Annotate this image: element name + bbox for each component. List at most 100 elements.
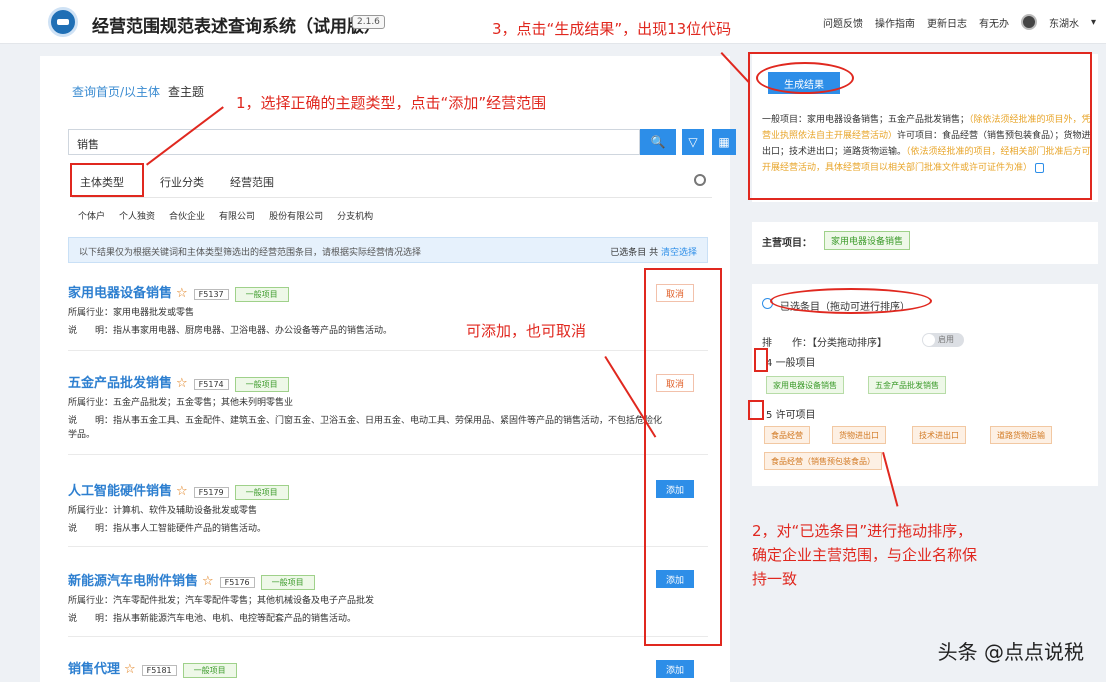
tab-business-scope[interactable]: 经营范围 bbox=[230, 174, 274, 190]
divider bbox=[68, 454, 708, 455]
subcat-item[interactable]: 分支机构 bbox=[337, 209, 373, 222]
selected-chip[interactable]: 技术进出口 bbox=[912, 426, 966, 444]
selected-chip[interactable]: 货物进出口 bbox=[832, 426, 886, 444]
item-industry: 所属行业：汽车零配件批发；汽车零配件零售；其他机械设备及电子产品批发 bbox=[68, 595, 375, 606]
selected-chip[interactable]: 食品经营（销售预包装食品） bbox=[764, 452, 882, 470]
subcat-item[interactable]: 合伙企业 bbox=[169, 209, 205, 222]
highlight-box bbox=[644, 268, 722, 646]
add-button[interactable]: 添加 bbox=[656, 660, 694, 678]
filter-icon: ▽ bbox=[688, 135, 698, 149]
item-tag: 一般项目 bbox=[182, 662, 237, 678]
toggle-text: 启用 bbox=[938, 335, 954, 344]
filter-button[interactable]: ▽ bbox=[682, 129, 704, 155]
nav-feedback[interactable]: 问题反馈 bbox=[823, 15, 863, 30]
item-code: F5179 bbox=[193, 486, 229, 498]
nav-changelog[interactable]: 更新日志 bbox=[927, 15, 967, 30]
nav-user[interactable]: 东湖水 bbox=[1049, 15, 1079, 30]
star-icon[interactable]: ☆ bbox=[176, 376, 188, 391]
watermark: 头条 @点点说税 bbox=[937, 640, 1084, 664]
annotation-step2-line2: 确定企业主营范围，与企业名称保 bbox=[752, 546, 978, 564]
item-desc: 说 明：指从事人工智能硬件产品的销售活动。 bbox=[68, 523, 267, 534]
selected-chip[interactable]: 五金产品批发销售 bbox=[868, 376, 946, 394]
sort-label: 排 作：【分类拖动排序】 bbox=[762, 338, 887, 349]
selected-chip[interactable]: 食品经营 bbox=[764, 426, 810, 444]
divider bbox=[68, 546, 708, 547]
grid-icon: ▦ bbox=[718, 135, 730, 149]
selected-panel: 已选条目（拖动可进行排序） 排 作：【分类拖动排序】 启用 4 一般项目 家用电… bbox=[752, 284, 1098, 486]
list-item: 人工智能硬件销售 ☆ F5179 一般项目 所属行业：计算机、软件及辅助设备批发或零售… bbox=[68, 480, 668, 536]
highlight-ellipse bbox=[770, 288, 932, 314]
search-button[interactable]: 🔍 bbox=[640, 129, 676, 155]
item-code: F5137 bbox=[193, 288, 229, 300]
highlight-box bbox=[754, 348, 768, 372]
nav-guide[interactable]: 操作指南 bbox=[875, 15, 915, 30]
item-title[interactable]: 新能源汽车电附件销售 bbox=[68, 570, 198, 589]
permit-count: 5 bbox=[766, 410, 773, 421]
user-avatar[interactable] bbox=[1020, 14, 1037, 30]
main-business-panel: 主营项目： 家用电器设备销售 bbox=[752, 222, 1098, 264]
list-item: 五金产品批发销售 ☆ F5174 一般项目 所属行业：五金产品批发；五金零售；其他未列… bbox=[68, 372, 668, 442]
annotation-step2-line1: 2，对“已选条目”进行拖动排序， bbox=[752, 522, 973, 540]
breadcrumb[interactable]: 查询首页/以主体 bbox=[72, 83, 160, 100]
divider bbox=[68, 350, 708, 351]
item-code: F5181 bbox=[141, 664, 177, 676]
selected-chip[interactable]: 道路货物运输 bbox=[990, 426, 1052, 444]
search-panel: 查询首页/以主体 查主题 销售 🔍 ▽ ▦ 主体类型 行业分类 经营范围 个体户… bbox=[40, 56, 736, 682]
annotation-step2-line3: 持一致 bbox=[752, 570, 798, 588]
subcat-item[interactable]: 个体户 bbox=[78, 209, 105, 222]
permit-label: 许可项目 bbox=[775, 410, 816, 421]
annotation-step3: 3，点击“生成结果”，出现13位代码 bbox=[492, 20, 732, 38]
main-business-label: 主营项目： bbox=[762, 238, 812, 249]
star-icon[interactable]: ☆ bbox=[176, 286, 188, 301]
highlight-ellipse bbox=[756, 62, 854, 94]
selected-label: 已选条目 bbox=[610, 248, 647, 258]
gear-icon[interactable] bbox=[694, 174, 706, 186]
selected-chip[interactable]: 家用电器设备销售 bbox=[766, 376, 844, 394]
item-title[interactable]: 五金产品批发销售 bbox=[68, 372, 172, 391]
top-nav: 问题反馈 操作指南 更新日志 有无办 东湖水 ▾ bbox=[823, 14, 1096, 30]
item-industry: 所属行业：计算机、软件及辅助设备批发或零售 bbox=[68, 505, 258, 516]
star-icon[interactable]: ☆ bbox=[202, 574, 214, 589]
subcat-item[interactable]: 个人独资 bbox=[119, 209, 155, 222]
item-desc: 说 明：指从事五金工具、五金配件、建筑五金、门窗五金、卫浴五金、日用五金、电动工… bbox=[68, 415, 663, 440]
annotation-middle: 可添加，也可取消 bbox=[466, 322, 587, 340]
main-business-tag[interactable]: 家用电器设备销售 bbox=[824, 231, 911, 250]
app-title: 经营范围规范表述查询系统（试用版） bbox=[92, 17, 381, 37]
selected-count: 共 bbox=[649, 248, 659, 258]
sort-toggle[interactable]: 启用 bbox=[922, 333, 964, 347]
item-industry: 所属行业：五金产品批发；五金零售；其他未列明零售业 bbox=[68, 397, 294, 408]
subcat-item[interactable]: 有限公司 bbox=[219, 209, 255, 222]
star-icon[interactable]: ☆ bbox=[176, 484, 188, 499]
permit-group-label: 5 许可项目 bbox=[766, 406, 816, 421]
annotation-step1: 1，选择正确的主题类型，点击“添加”经营范围 bbox=[236, 94, 547, 112]
tab-subject[interactable]: 查主题 bbox=[168, 83, 204, 100]
item-code: F5176 bbox=[219, 576, 255, 588]
chevron-down-icon[interactable]: ▾ bbox=[1091, 17, 1096, 28]
item-industry: 所属行业：家用电器批发或零售 bbox=[68, 307, 195, 318]
nav-office[interactable]: 有无办 bbox=[979, 15, 1009, 30]
general-label: 一般项目 bbox=[775, 358, 816, 369]
grid-button[interactable]: ▦ bbox=[712, 129, 736, 155]
divider bbox=[68, 636, 708, 637]
clear-selection-link[interactable]: 清空选择 bbox=[661, 248, 697, 258]
version-badge: 2.1.6 bbox=[352, 15, 385, 29]
subcategory-list: 个体户 个人独资 合伙企业 有限公司 股份有限公司 分支机构 bbox=[78, 209, 373, 222]
tab-industry[interactable]: 行业分类 bbox=[160, 174, 204, 190]
item-tag: 一般项目 bbox=[234, 376, 289, 392]
item-title[interactable]: 人工智能硬件销售 bbox=[68, 480, 172, 499]
toggle-knob bbox=[923, 334, 935, 346]
highlight-box bbox=[748, 400, 764, 420]
item-title[interactable]: 家用电器设备销售 bbox=[68, 282, 172, 301]
item-tag: 一般项目 bbox=[260, 574, 315, 590]
search-icon: 🔍 bbox=[650, 135, 666, 149]
highlight-box bbox=[70, 163, 144, 197]
search-input[interactable]: 销售 bbox=[68, 129, 640, 155]
star-icon[interactable]: ☆ bbox=[124, 662, 136, 677]
item-code: F5174 bbox=[193, 378, 229, 390]
notice-text: 以下结果仅为根据关键词和主体类型筛选出的经营范围条目，请根据实际经营情况选择 bbox=[79, 248, 422, 258]
subcat-item[interactable]: 股份有限公司 bbox=[269, 209, 323, 222]
item-tag: 一般项目 bbox=[234, 484, 289, 500]
item-tag: 一般项目 bbox=[234, 286, 289, 302]
item-title[interactable]: 销售代理 bbox=[68, 658, 120, 677]
notice-bar: 以下结果仅为根据关键词和主体类型筛选出的经营范围条目，请根据实际经营情况选择 已… bbox=[68, 237, 708, 263]
